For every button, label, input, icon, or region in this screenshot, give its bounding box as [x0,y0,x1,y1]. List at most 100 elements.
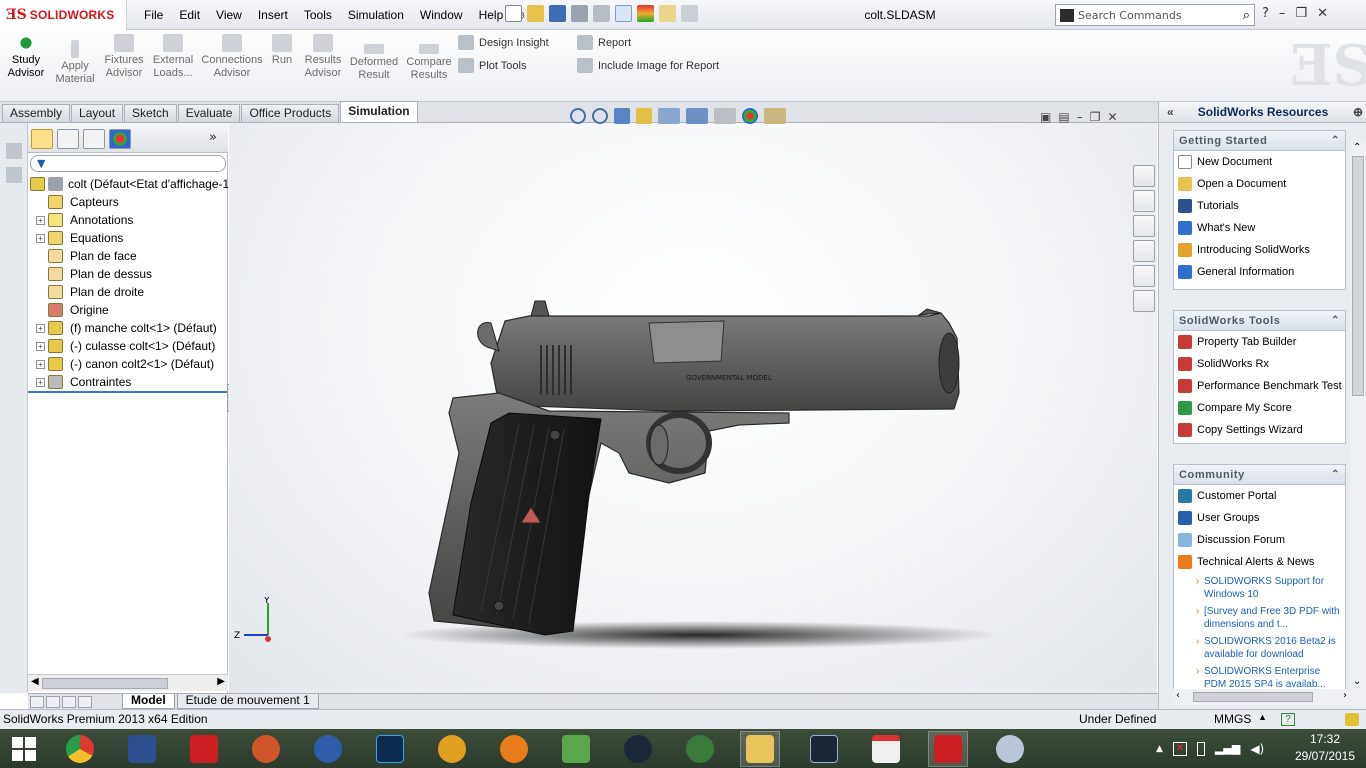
scroll-right-icon[interactable]: › [1343,690,1347,701]
tree-item[interactable]: Plan de face [28,247,228,265]
menu-tools[interactable]: Tools [296,8,340,22]
resource-link[interactable]: Tutorials [1174,195,1345,217]
section-view-icon[interactable] [636,108,652,124]
expand-icon[interactable]: + [36,378,45,387]
feature-tree-hscrollbar[interactable]: ◀ ▶ [28,674,228,691]
expand-icon[interactable]: + [36,216,45,225]
design-library-icon[interactable] [1133,190,1155,212]
home-icon[interactable] [1133,165,1155,187]
app-taskbar-button-7[interactable] [432,731,472,767]
display-manager-tab-icon[interactable] [109,129,131,149]
viewport-tile-icon[interactable]: ▤ [1058,110,1069,124]
tab-assembly[interactable]: Assembly [2,104,71,122]
hide-show-items-icon[interactable] [714,108,736,124]
lightroom-taskbar-button[interactable] [804,731,844,767]
task-pane-hscroll-thumb[interactable] [1193,692,1313,702]
show-hidden-icons[interactable]: ▲ [1156,744,1163,754]
resource-link[interactable]: Performance Benchmark Test [1174,375,1345,397]
resource-link[interactable]: Open a Document [1174,173,1345,195]
pin-task-pane-icon[interactable]: ⊕ [1353,102,1363,123]
explorer-taskbar-button[interactable] [740,731,780,767]
resource-link[interactable]: Introducing SolidWorks [1174,239,1345,261]
solidworks-taskbar-button-1[interactable] [184,731,224,767]
view-palette-icon[interactable] [1133,240,1155,262]
previous-view-icon[interactable] [614,108,630,124]
next-tab-icon[interactable] [62,695,76,708]
tree-item[interactable]: + (-) culasse colt<1> (Défaut) [28,337,228,355]
viewport-split-icon[interactable]: ▣ [1040,110,1051,124]
expand-icon[interactable]: + [36,342,45,351]
scroll-right-icon[interactable]: ▶ [217,676,225,687]
viewport-restore-icon[interactable]: ❐ [1090,110,1101,124]
resource-link[interactable]: New Document [1174,151,1345,173]
solidworks-tools-header[interactable]: SolidWorks Tools ⌃ [1174,311,1345,331]
collapse-up-icon[interactable]: ⌃ [1331,311,1340,331]
scroll-down-icon[interactable]: ⌄ [1353,676,1361,687]
tree-item[interactable]: Plan de dessus [28,265,228,283]
ds-taskbar-button[interactable] [122,731,162,767]
start-button[interactable] [4,731,44,767]
battery-icon[interactable] [1196,741,1205,756]
tab-layout[interactable]: Layout [71,104,124,122]
zoom-to-area-icon[interactable] [592,108,608,124]
new-document-icon[interactable] [505,5,522,22]
search-commands[interactable]: Search Commands ⌕ [1055,4,1255,26]
compare-results-button[interactable]: Compare Results [405,44,453,82]
report-button[interactable]: Report [577,35,631,50]
last-tab-icon[interactable] [78,695,92,708]
paint-taskbar-button[interactable] [990,731,1030,767]
task-pane-hscrollbar[interactable]: ‹ › [1173,689,1350,705]
tree-item[interactable]: + Annotations [28,211,228,229]
file-explorer-icon[interactable] [1133,215,1155,237]
resource-link[interactable]: General Information [1174,261,1345,283]
apply-scene-icon[interactable] [764,108,786,124]
include-image-button[interactable]: Include Image for Report [577,58,719,73]
search-input[interactable]: Search Commands [1078,9,1243,22]
sketch-tool-icon[interactable] [6,143,22,159]
community-header[interactable]: Community ⌃ [1174,465,1345,485]
view-orientation-icon[interactable] [658,108,680,124]
line-tool-icon[interactable] [6,167,22,183]
app-taskbar-button-4[interactable] [246,731,286,767]
news-item[interactable]: SOLIDWORKS 2016 Beta2 is available for d… [1174,633,1345,663]
resource-link[interactable]: Property Tab Builder [1174,331,1345,353]
help-icon[interactable]: ? [1262,6,1269,21]
deformed-result-button[interactable]: Deformed Result [348,44,400,82]
tab-sketch[interactable]: Sketch [124,104,177,122]
expand-icon[interactable]: + [36,324,45,333]
news-item[interactable]: SOLIDWORKS Support for Windows 10 [1174,573,1345,603]
tree-item[interactable]: + Contraintes [28,373,228,391]
news-item[interactable]: SOLIDWORKS Enterprise PDM 2015 SP4 is av… [1174,663,1345,689]
tree-item[interactable]: Capteurs [28,193,228,211]
pistol-model[interactable]: GOVERNMENTAL MODEL [229,123,1157,693]
menu-window[interactable]: Window [412,8,471,22]
help-status-icon[interactable]: ? [1281,713,1295,726]
tree-item[interactable]: Origine [28,301,228,319]
fixtures-advisor-button[interactable]: Fixtures Advisor [102,34,146,80]
tab-simulation[interactable]: Simulation [340,101,418,122]
menu-insert[interactable]: Insert [250,8,296,22]
tree-item[interactable]: + Equations [28,229,228,247]
study-advisor-button[interactable]: Study Advisor [5,34,47,80]
app-taskbar-button-5[interactable] [308,731,348,767]
custom-properties-icon[interactable] [1133,290,1155,312]
resource-link[interactable]: Customer Portal [1174,485,1345,507]
viewport-close-icon[interactable]: ✕ [1107,110,1117,124]
file-properties-icon[interactable] [659,5,676,22]
menu-simulation[interactable]: Simulation [340,8,412,22]
external-loads-button[interactable]: External Loads... [151,34,195,80]
plot-tools-button[interactable]: Plot Tools [458,58,527,73]
configuration-tab-icon[interactable] [83,129,105,149]
traffic-light-icon[interactable] [637,5,654,22]
tree-filter-input[interactable]: ▼ [30,155,226,172]
menu-file[interactable]: File [136,8,171,22]
solidworks-logo[interactable]: ƎS SOLIDWORKS [0,0,127,30]
apply-material-button[interactable]: Apply Material [54,34,96,86]
minimize-icon[interactable]: – [1279,6,1286,21]
tab-model[interactable]: Model [122,694,175,709]
scroll-thumb[interactable] [42,678,168,689]
expand-icon[interactable]: + [36,234,45,243]
app-taskbar-button-9[interactable] [556,731,596,767]
resource-link[interactable]: User Groups [1174,507,1345,529]
run-button[interactable]: Run [268,34,296,67]
